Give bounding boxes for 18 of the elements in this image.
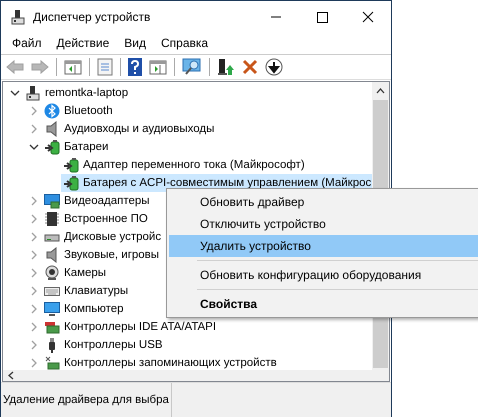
tree-label: Bluetooth: [64, 105, 113, 117]
tree-label: Встроенное ПО: [64, 213, 148, 225]
tree-label: Контроллеры запоминающих устройств: [64, 357, 277, 369]
tree-label: Адаптер переменного тока (Майкрософт): [83, 159, 305, 171]
status-text: Удаление драйвера для выбра: [1, 383, 172, 417]
tree-label: Звуковые, игровы: [64, 249, 160, 261]
tree-label: remontka-laptop: [45, 87, 128, 99]
tree-label: Дисковые устройс: [64, 231, 162, 243]
window-title: Диспетчер устройств: [33, 10, 152, 24]
tree-label: Камеры: [64, 267, 106, 279]
tree-label: Видеоадаптеры: [64, 195, 150, 207]
tree-label: Батареи: [64, 141, 108, 153]
tree-label: Аудиовходы и аудиовыходы: [64, 123, 214, 135]
tree-label: Батарея с ACPI-совместимым управлением (Майкрос: [83, 177, 372, 189]
tree-label: Компьютер: [64, 303, 124, 315]
tree-label: Контроллеры USB: [64, 339, 163, 351]
tree-label: Клавиатуры: [64, 285, 128, 297]
tree-label: Контроллеры IDE ATA/ATAPI: [64, 321, 216, 333]
